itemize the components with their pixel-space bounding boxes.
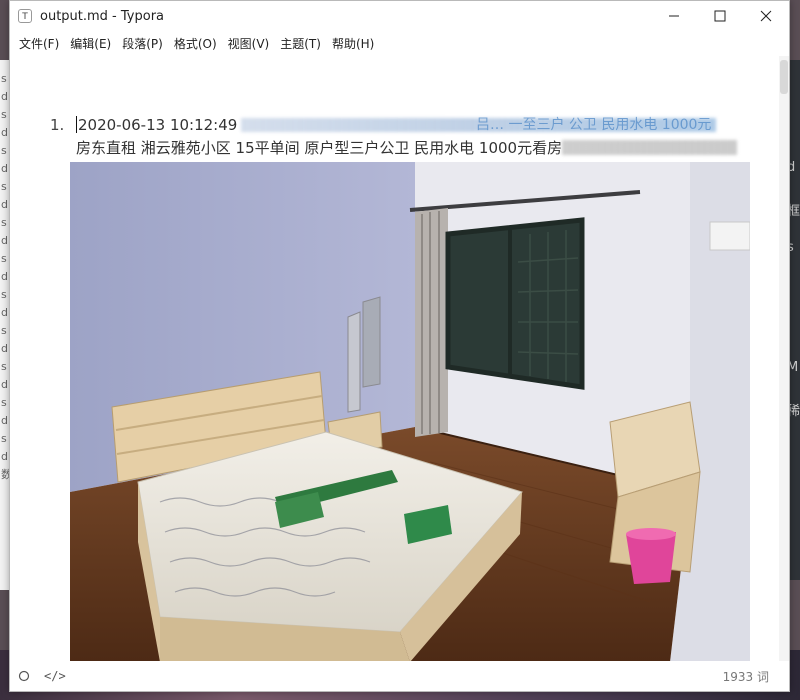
word-count[interactable]: 1933 词 <box>723 668 769 685</box>
scrollbar-thumb[interactable] <box>780 60 788 94</box>
vertical-scrollbar[interactable] <box>779 56 789 662</box>
listing-description: 房东直租 湘云雅苑小区 15平单间 原户型三户公卫 民用水电 1000元看房 <box>76 139 563 157</box>
list-item-line-1[interactable]: 2020-06-13 10:12:49 吕… 一至三户 公卫 民用水电 1000… <box>76 114 717 136</box>
list-item-line-2[interactable]: 房东直租 湘云雅苑小区 15平单间 原户型三户公卫 民用水电 1000元看房 <box>76 137 738 159</box>
menu-theme[interactable]: 主题(T) <box>275 35 326 52</box>
room-photo-image <box>70 162 750 662</box>
source-mode-toggle[interactable]: </> <box>44 669 66 683</box>
menu-file[interactable]: 文件(F) <box>14 35 64 52</box>
close-button[interactable] <box>743 1 789 31</box>
title-bar[interactable]: T output.md - Typora <box>10 1 789 31</box>
typora-window: T output.md - Typora 文件(F) 编辑(E) 段落(P) 格… <box>9 0 790 692</box>
list-number: 1. <box>50 116 65 134</box>
menu-paragraph[interactable]: 段落(P) <box>117 35 168 52</box>
minimize-icon <box>669 15 679 17</box>
menu-format[interactable]: 格式(O) <box>169 35 222 52</box>
window-title: output.md - Typora <box>40 8 165 24</box>
blurred-link-text[interactable]: 吕… 一至三户 公卫 民用水电 1000元 <box>476 114 711 136</box>
maximize-icon <box>714 10 726 22</box>
maximize-button[interactable] <box>697 1 743 31</box>
menu-edit[interactable]: 编辑(E) <box>65 35 116 52</box>
typora-app-icon: T <box>18 9 32 23</box>
post-datetime: 2020-06-13 10:12:49 <box>78 116 238 134</box>
editor-area[interactable]: 1. 2020-06-13 10:12:49 吕… 一至三户 公卫 民用水电 1… <box>10 56 780 662</box>
outline-toggle-icon[interactable] <box>18 670 30 682</box>
status-bar: </> 1933 词 <box>10 661 789 691</box>
minimize-button[interactable] <box>651 1 697 31</box>
menu-help[interactable]: 帮助(H) <box>327 35 379 52</box>
close-icon <box>760 10 772 22</box>
room-photo[interactable] <box>70 162 750 662</box>
redacted-blur <box>562 140 738 155</box>
menu-bar: 文件(F) 编辑(E) 段落(P) 格式(O) 视图(V) 主题(T) 帮助(H… <box>10 31 789 55</box>
menu-view[interactable]: 视图(V) <box>223 35 275 52</box>
text-cursor <box>76 116 77 133</box>
